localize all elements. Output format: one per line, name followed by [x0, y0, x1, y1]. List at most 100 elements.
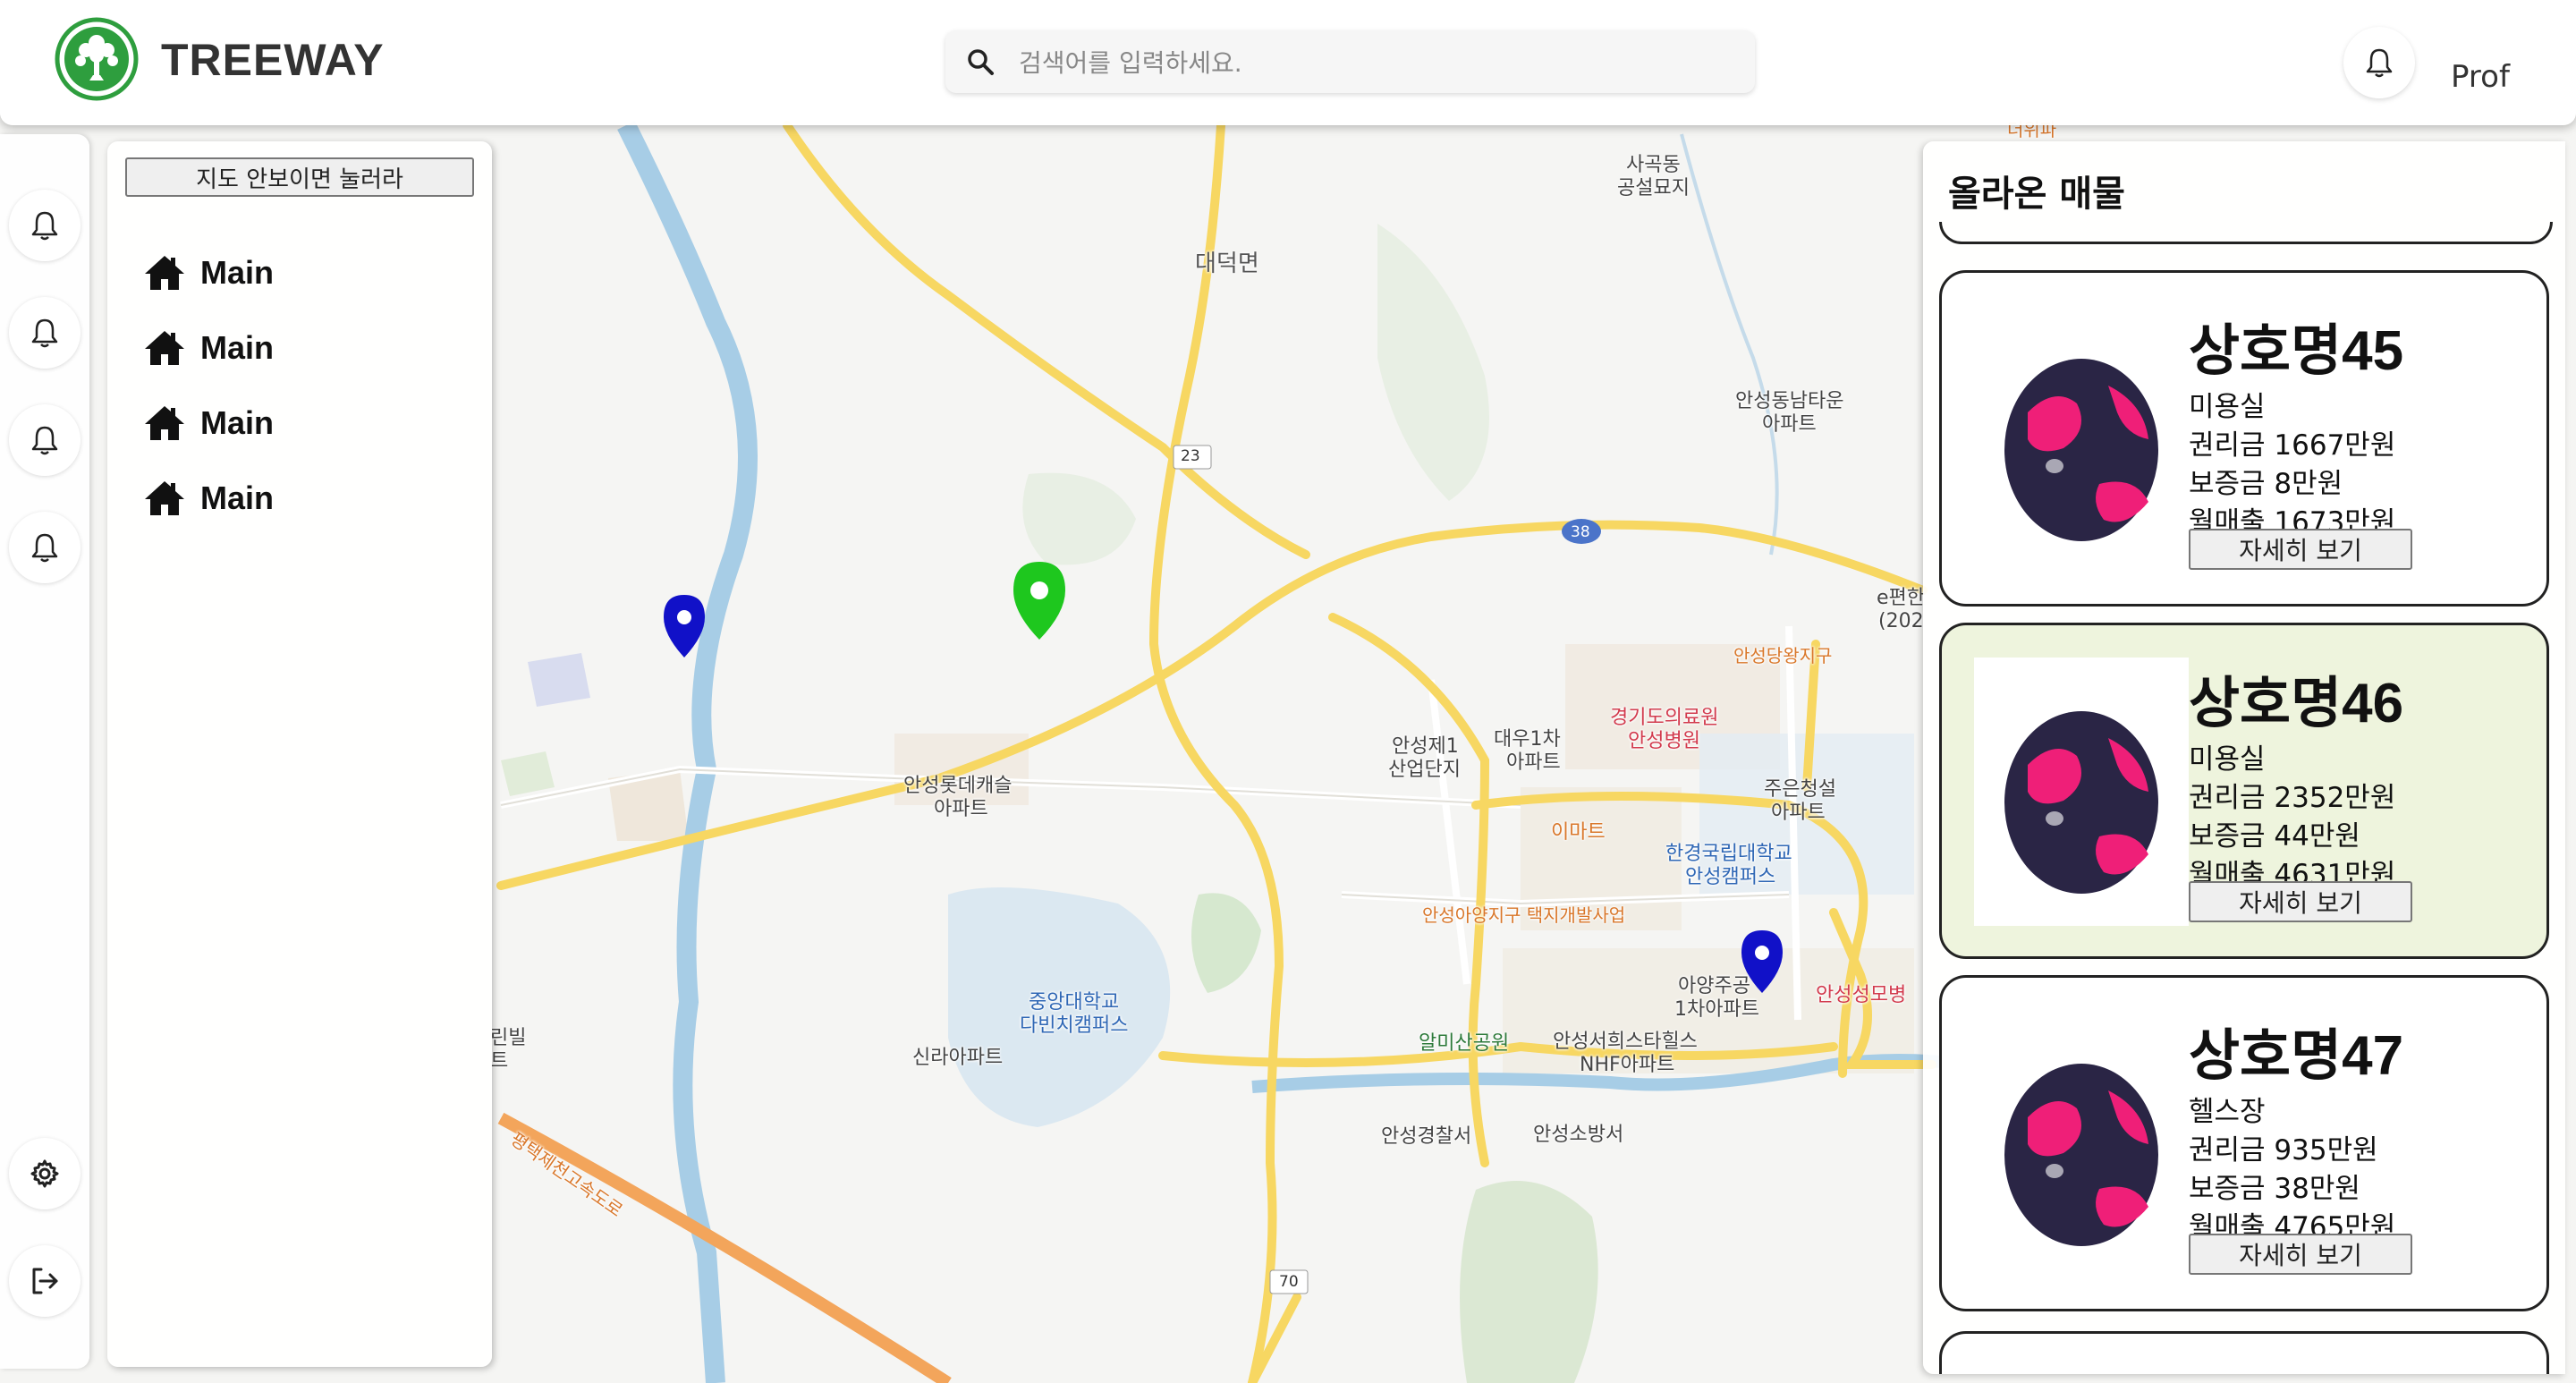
- map-label: 안성소방서: [1533, 1124, 1624, 1146]
- map-label: NHF아파트: [1580, 1054, 1675, 1076]
- route-number: 23: [1181, 447, 1200, 465]
- listing-deposit: 보증금 8만원: [2189, 468, 2343, 500]
- listings-panel[interactable]: 올라온 매물 상호명45 미용실 권리금 1667만원 보증금 8만원 월매출 …: [1923, 141, 2565, 1374]
- sidebar-item-main[interactable]: Main: [143, 250, 274, 295]
- top-header: TREEWAY Prof: [0, 0, 2576, 125]
- map-label: 알미산공원: [1419, 1032, 1510, 1055]
- route-number: 38: [1571, 523, 1590, 541]
- icon-rail: [0, 134, 89, 1369]
- listing-premium: 권리금 1667만원: [2189, 429, 2396, 462]
- map-label: 1차아파트: [1674, 998, 1759, 1021]
- bell-icon: [2366, 48, 2393, 78]
- listing-thumbnail: [1974, 658, 2189, 926]
- notification-button[interactable]: [2343, 27, 2415, 98]
- map-label: 대우1차: [1494, 728, 1561, 751]
- sidebar-item-main[interactable]: Main: [143, 326, 274, 370]
- gear-icon: [30, 1159, 59, 1188]
- map-label: (202: [1878, 610, 1924, 632]
- treeway-logo[interactable]: [54, 16, 140, 102]
- panel-title: 올라온 매물: [1948, 174, 2125, 215]
- sidebar-item-label: Main: [200, 254, 275, 291]
- listing-card[interactable]: 상호명47 헬스장 권리금 935만원 보증금 38만원 월매출 4765만원 …: [1939, 975, 2549, 1311]
- map-label: e편한: [1877, 587, 1926, 609]
- map-label: 안성동남타운: [1735, 390, 1844, 412]
- map-label: 린빌: [490, 1027, 527, 1049]
- home-icon: [145, 481, 184, 515]
- map-label: 한경국립대학교: [1665, 843, 1792, 865]
- listing-deposit: 보증금 38만원: [2189, 1173, 2360, 1205]
- logout-icon: [32, 1268, 58, 1294]
- rail-bell-button[interactable]: [9, 190, 80, 261]
- sidebar-item-label: Main: [200, 329, 275, 366]
- map-label: 신라아파트: [912, 1047, 1004, 1069]
- map-label: 아파트: [1506, 751, 1561, 774]
- home-icon: [145, 406, 184, 440]
- listing-category: 미용실: [2189, 391, 2266, 423]
- listing-category: 헬스장: [2189, 1096, 2266, 1128]
- view-details-button[interactable]: 자세히 보기: [2189, 529, 2412, 570]
- listing-name: 상호명45: [2189, 320, 2404, 382]
- map-label: 안성경찰서: [1381, 1125, 1472, 1148]
- listing-premium: 권리금 935만원: [2189, 1134, 2378, 1167]
- settings-button[interactable]: [9, 1138, 80, 1209]
- tree-logo-icon: [55, 17, 139, 101]
- search-bar[interactable]: [945, 30, 1755, 93]
- listing-image: [2004, 1064, 2158, 1246]
- rail-bell-button[interactable]: [9, 297, 80, 369]
- map-label: 경기도의료원: [1610, 707, 1719, 729]
- map-label: 안성아양지구 택지개발사업: [1422, 904, 1626, 926]
- home-icon: [145, 331, 184, 365]
- view-details-button[interactable]: 자세히 보기: [2189, 881, 2412, 922]
- map-label: 안성제1: [1392, 735, 1459, 758]
- map-label: 주은청설: [1764, 778, 1836, 801]
- listing-premium: 권리금 2352만원: [2189, 782, 2396, 814]
- listing-card[interactable]: 상호명45 미용실 권리금 1667만원 보증금 8만원 월매출 1673만원 …: [1939, 270, 2549, 607]
- listing-name: 상호명46: [2189, 673, 2404, 734]
- map-label: 안성서희스타힐스: [1553, 1031, 1698, 1053]
- listing-name: 상호명47: [2189, 1025, 2404, 1087]
- map-label: 산업단지: [1388, 759, 1461, 781]
- home-icon: [145, 256, 184, 290]
- map-label: 아파트: [1771, 802, 1826, 824]
- listing-image: [2004, 359, 2158, 541]
- rail-bell-button[interactable]: [9, 512, 80, 583]
- previous-card-edge: [1939, 222, 2553, 244]
- map-label: 안성롯데캐슬: [903, 775, 1013, 797]
- listing-thumbnail: [1974, 305, 2189, 573]
- map-label: 안성병원: [1628, 730, 1700, 752]
- listing-card[interactable]: [1939, 1331, 2549, 1374]
- bell-icon: [31, 533, 58, 563]
- sidebar-item-main[interactable]: Main: [143, 401, 274, 445]
- listing-image: [2004, 711, 2158, 894]
- reload-map-button[interactable]: 지도 안보이면 눌러라: [125, 157, 474, 197]
- left-sidebar: 지도 안보이면 눌러라 Main Main Main Main: [107, 141, 492, 1367]
- bell-icon: [31, 211, 58, 241]
- sidebar-item-label: Main: [200, 479, 275, 516]
- map-label: 중앙대학교: [1029, 991, 1120, 1014]
- listing-thumbnail: [1974, 1010, 2189, 1278]
- logout-button[interactable]: [9, 1245, 80, 1317]
- map-label: 안성성모병: [1816, 984, 1907, 1006]
- map-label: 트: [490, 1050, 509, 1073]
- map-label: 안성당왕지구: [1733, 645, 1833, 666]
- map-label: 대덕면: [1195, 250, 1259, 277]
- sidebar-item-label: Main: [200, 404, 275, 441]
- map-label: 이마트: [1551, 821, 1606, 844]
- listing-card[interactable]: 상호명46 미용실 권리금 2352만원 보증금 44만원 월매출 4631만원…: [1939, 623, 2549, 959]
- search-icon[interactable]: [965, 47, 996, 77]
- map-label: 아파트: [934, 798, 988, 820]
- map-label: 사곡동: [1626, 154, 1681, 176]
- listing-deposit: 보증금 44만원: [2189, 820, 2360, 853]
- search-input[interactable]: [1017, 39, 1736, 86]
- rail-bell-button[interactable]: [9, 404, 80, 476]
- map-label: 안성캠퍼스: [1685, 866, 1776, 888]
- profile-avatar[interactable]: Prof: [2442, 25, 2522, 106]
- listing-category: 미용실: [2189, 743, 2266, 776]
- sidebar-item-main[interactable]: Main: [143, 476, 274, 521]
- brand-name: TREEWAY: [161, 35, 385, 85]
- map-label: 아양주공: [1678, 975, 1750, 997]
- map-label: 다빈치캠퍼스: [1020, 1014, 1129, 1037]
- view-details-button[interactable]: 자세히 보기: [2189, 1234, 2412, 1275]
- bell-icon: [31, 318, 58, 348]
- map-label: 공설묘지: [1617, 177, 1690, 199]
